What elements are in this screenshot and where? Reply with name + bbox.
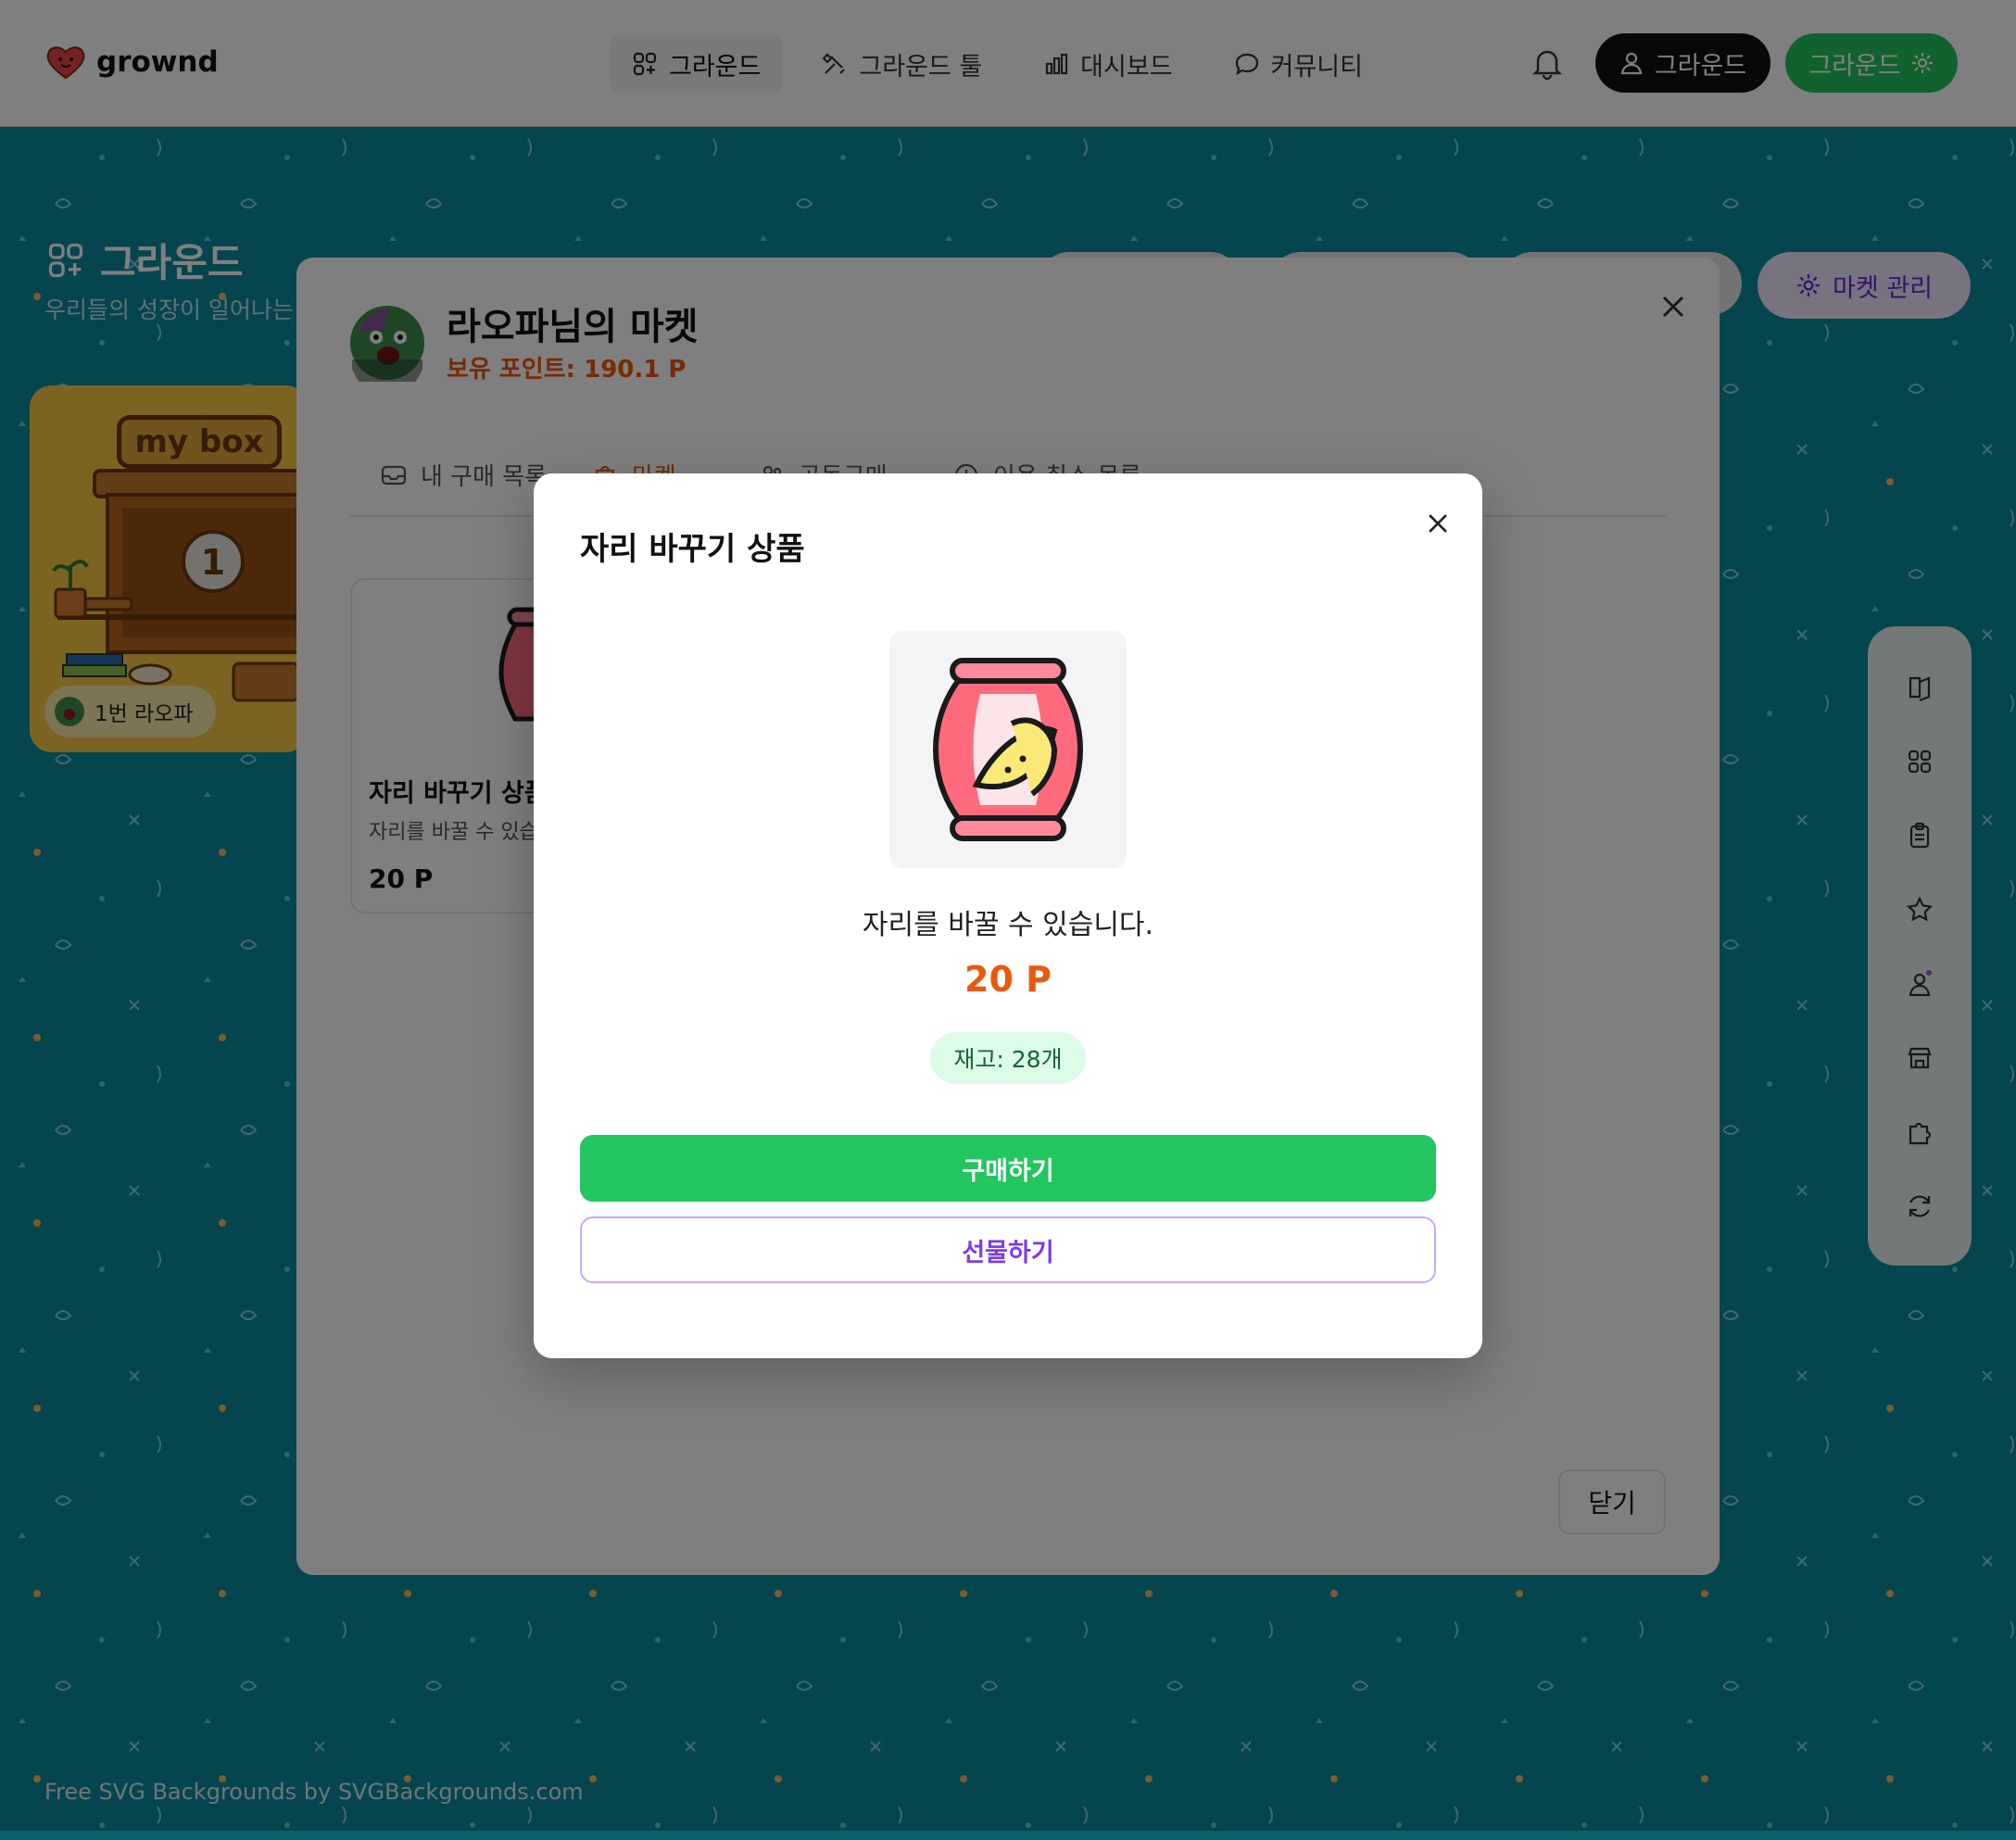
- detail-modal-title: 자리 바꾸기 상품: [580, 531, 805, 568]
- product-price: 20 P: [964, 959, 1052, 1000]
- product-detail-modal: 자리 바꾸기 상품 자리를 바꿀 수 있습니다. 20 P 재고: 28개 구매…: [534, 473, 1482, 1358]
- buy-button[interactable]: 구매하기: [580, 1135, 1436, 1202]
- product-description: 자리를 바꿀 수 있습니다.: [862, 909, 1154, 941]
- gift-button[interactable]: 선물하기: [580, 1216, 1436, 1283]
- stock-badge: 재고: 28개: [930, 1032, 1086, 1084]
- close-icon[interactable]: [1423, 509, 1453, 538]
- product-image: [889, 631, 1127, 868]
- chips-bag-icon: [933, 658, 1083, 841]
